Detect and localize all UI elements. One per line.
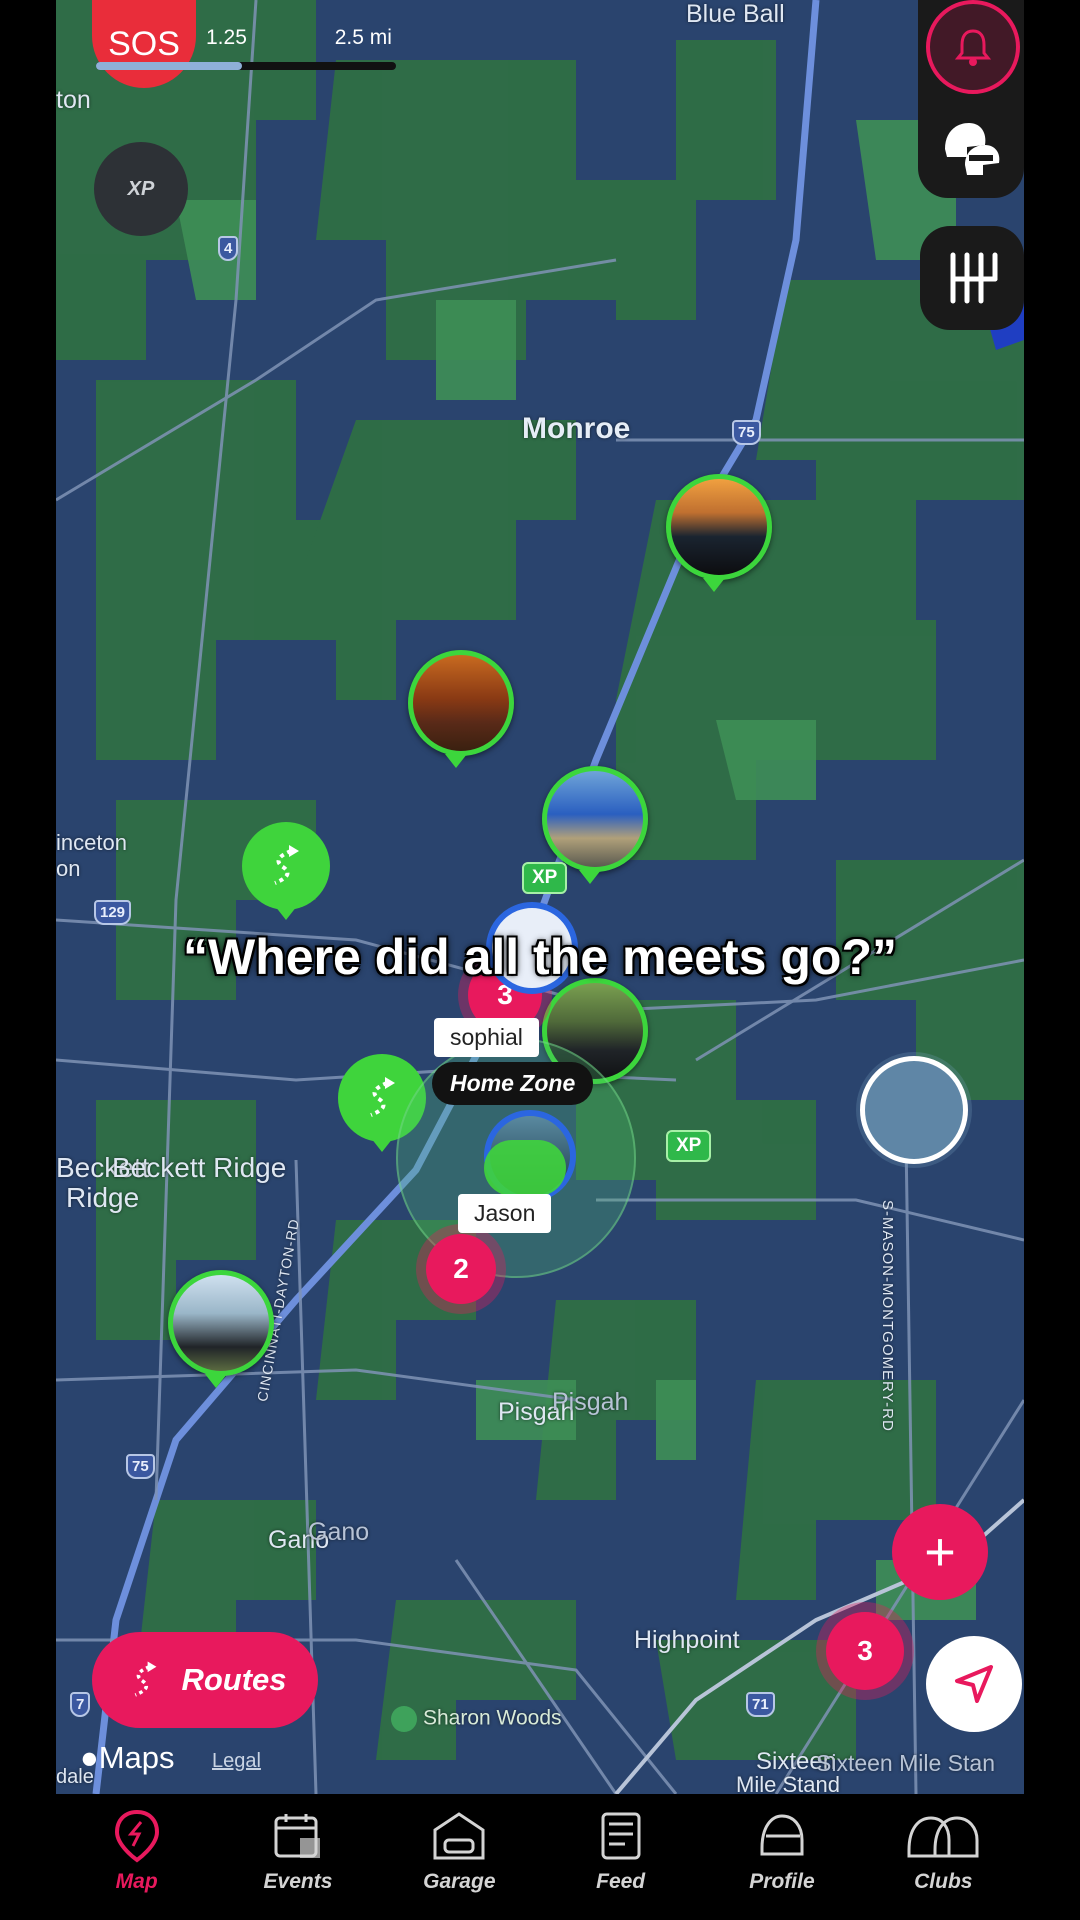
map-label-monroe: Monroe xyxy=(522,412,631,445)
friends-helmets-button[interactable] xyxy=(926,104,1016,194)
route-shield-75-south: 75 xyxy=(126,1454,155,1479)
map-base xyxy=(56,0,1024,1794)
top-right-panel xyxy=(918,0,1024,198)
scale-mid: 1.25 xyxy=(206,26,247,49)
video-caption: “Where did all the meets go?” xyxy=(183,929,897,985)
map-label-highpoint: Highpoint xyxy=(634,1626,740,1654)
tab-feed[interactable]: Feed xyxy=(551,1808,691,1894)
sharon-woods-label: Sharon Woods xyxy=(423,1706,562,1730)
gear-shift-button[interactable] xyxy=(920,226,1024,330)
plus-icon: + xyxy=(924,1522,956,1582)
route-icon xyxy=(274,845,299,885)
recenter-button[interactable] xyxy=(926,1636,1022,1732)
routes-button[interactable]: Routes xyxy=(92,1632,318,1728)
garage-icon xyxy=(433,1812,485,1860)
map-label-ridge: Ridge xyxy=(66,1182,140,1213)
tab-label: Feed xyxy=(596,1870,646,1893)
car-pin-grey-sedan[interactable] xyxy=(168,1270,274,1376)
scale-bar: 1.25 2.5 mi xyxy=(96,26,396,70)
tab-garage[interactable]: Garage xyxy=(389,1808,529,1894)
bottom-tab-bar: Map Events Garage Feed Profile Clubs xyxy=(56,1794,1024,1920)
notifications-button[interactable] xyxy=(926,0,1020,94)
gear-shift-icon xyxy=(950,252,998,304)
pin-tip xyxy=(371,1138,393,1152)
calendar-icon xyxy=(274,1814,320,1858)
apple-maps-attribution: ●Maps xyxy=(80,1740,175,1776)
navigation-arrow-icon xyxy=(955,1665,993,1703)
feed-icon xyxy=(601,1812,641,1860)
map-label-ton: ton xyxy=(56,86,91,114)
route-shield-129: 129 xyxy=(94,900,132,925)
scale-end: 2.5 mi xyxy=(334,26,392,49)
route-shield-7x: 7 xyxy=(70,1692,91,1717)
my-location-halo xyxy=(856,1052,972,1168)
clubs-icon xyxy=(907,1816,979,1858)
pin-tip xyxy=(445,754,467,768)
routes-label: Routes xyxy=(181,1662,287,1697)
pin-tip xyxy=(275,906,297,920)
bell-icon xyxy=(954,29,992,66)
user-label-sophia[interactable]: sophial xyxy=(434,1018,539,1057)
pin-tip xyxy=(579,870,601,884)
tab-label: Clubs xyxy=(914,1870,973,1893)
home-zone-label[interactable]: Home Zone xyxy=(432,1062,594,1105)
app-frame: Blue Ball ton Monroe inceton on Beckett … xyxy=(56,0,1024,1920)
tab-profile[interactable]: Profile xyxy=(712,1808,852,1894)
xp-tag[interactable]: XP xyxy=(666,1130,712,1162)
route-shield-75-north: 75 xyxy=(732,420,761,445)
xp-tag[interactable]: XP xyxy=(522,862,568,894)
map-label-blue-ball: Blue Ball xyxy=(686,0,785,28)
user-label-jason[interactable]: Jason xyxy=(458,1194,552,1233)
route-shield-71: 71 xyxy=(746,1692,775,1717)
helmets-icon xyxy=(945,123,1000,175)
scale-fill xyxy=(96,62,242,70)
apple-logo-icon: ● xyxy=(80,1740,99,1775)
map-pin-icon xyxy=(114,1809,159,1863)
map-label-on: on xyxy=(56,856,81,881)
garage-marker xyxy=(484,1140,566,1196)
pin-tip xyxy=(703,578,725,592)
map-label-gano-shadow: Gano xyxy=(308,1518,370,1546)
map-view[interactable]: Blue Ball ton Monroe inceton on Beckett … xyxy=(56,0,1024,1794)
maps-label: Maps xyxy=(98,1740,175,1775)
car-pin-blue-jeep[interactable] xyxy=(542,766,648,872)
map-label-beckett-ridge: Beckett Ridge xyxy=(112,1152,287,1183)
scale-track xyxy=(96,62,396,70)
tab-label: Profile xyxy=(749,1870,815,1893)
my-location-dot[interactable] xyxy=(860,1056,968,1164)
map-road-mason-montgomery: S-MASON-MONTGOMERY-RD xyxy=(879,1200,896,1432)
tab-label: Events xyxy=(263,1870,333,1893)
add-button[interactable]: + xyxy=(892,1504,988,1600)
car-pin-red-jeep[interactable] xyxy=(408,650,514,756)
tab-map[interactable]: Map xyxy=(67,1808,207,1894)
route-pin-north[interactable] xyxy=(242,822,330,910)
tab-label: Map xyxy=(115,1870,158,1893)
park-icon xyxy=(391,1706,417,1732)
user-cluster[interactable]: 3 xyxy=(826,1612,904,1690)
map-poi-sharon-woods[interactable]: Sharon Woods xyxy=(391,1706,562,1732)
route-icon xyxy=(135,1661,157,1697)
route-shield-4: 4 xyxy=(218,236,239,261)
tab-label: Garage xyxy=(423,1870,496,1893)
user-cluster[interactable]: 2 xyxy=(426,1234,496,1304)
map-label-sixteen-mile-stand: Sixteen Mile Stan xyxy=(816,1750,995,1776)
map-label-inceton: inceton xyxy=(56,830,127,855)
pin-tip xyxy=(205,1374,227,1388)
car-pin-sunset-sedan[interactable] xyxy=(666,474,772,580)
helmet-icon xyxy=(760,1814,804,1856)
tab-events[interactable]: Events xyxy=(228,1808,368,1894)
route-icon xyxy=(370,1077,395,1117)
map-label-pisgah-shadow: Pisgah xyxy=(552,1388,629,1416)
xp-badge[interactable]: XP xyxy=(94,142,188,236)
tab-clubs[interactable]: Clubs xyxy=(873,1808,1013,1894)
legal-link[interactable]: Legal xyxy=(212,1750,261,1773)
